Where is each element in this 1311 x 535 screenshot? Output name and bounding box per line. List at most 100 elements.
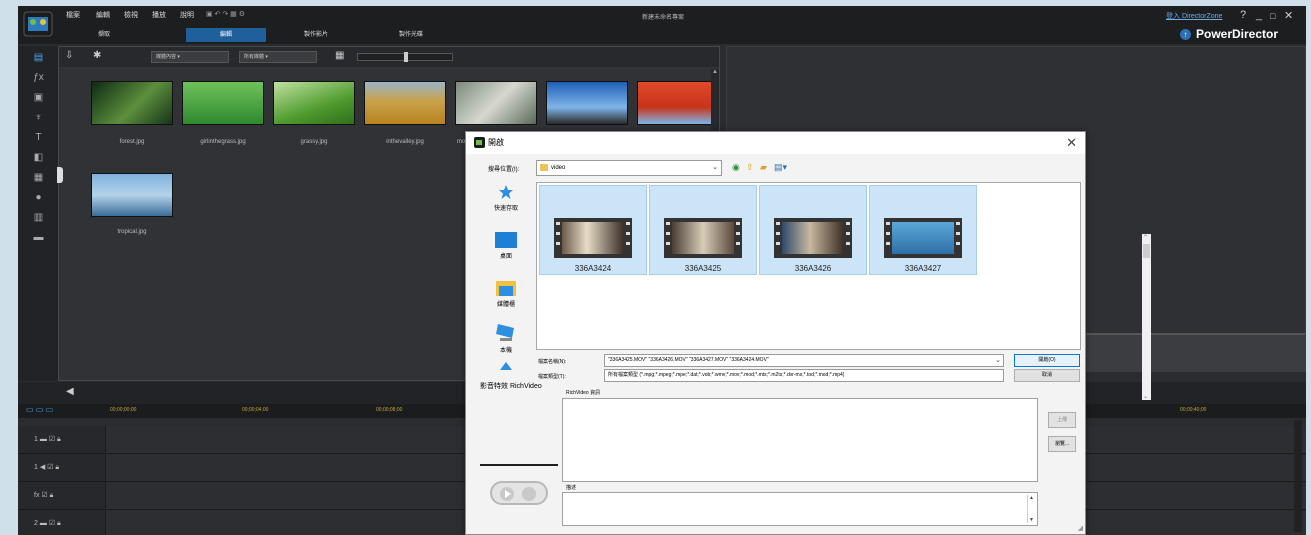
media-label: forest.jpg xyxy=(119,139,145,145)
dialog-title-bar: 開啟 ✕ xyxy=(466,132,1085,154)
media-thumb-grassy[interactable] xyxy=(273,81,355,125)
back-icon[interactable]: ◉ xyxy=(732,162,740,173)
lookin-label: 搜尋位置(I): xyxy=(488,167,520,173)
menu-play[interactable]: 播放 xyxy=(152,10,166,20)
open-button[interactable]: 開啟(O) xyxy=(1014,354,1080,367)
dropdown-label: 媒體內容 xyxy=(156,54,177,60)
tab-create-disc[interactable]: 製作光碟 xyxy=(386,28,436,42)
particle-room-icon[interactable]: ♆ xyxy=(32,112,45,124)
place-quick-access[interactable]: 快速存取 xyxy=(478,184,534,212)
plugin-icon[interactable]: ✱ xyxy=(93,50,101,61)
timecode: 00;00;40;00 xyxy=(1180,407,1207,413)
voiceover-room-icon[interactable]: ● xyxy=(32,192,45,204)
menu-edit[interactable]: 編輯 xyxy=(96,10,110,20)
filetype-dropdown[interactable]: 所有檔案類型 (*.mpg;*.mpeg;*.mpe;*.dat;*.vob;*… xyxy=(604,369,1004,382)
media-label: girlinthegrass.jpg xyxy=(200,139,246,145)
minimize-button[interactable]: _ xyxy=(1256,9,1262,21)
media-thumb-umbrella[interactable] xyxy=(637,81,719,125)
dialog-close-button[interactable]: ✕ xyxy=(1066,135,1077,151)
collapse-handle[interactable] xyxy=(57,167,63,183)
filename-value: "336A3425.MOV" "336A3426.MOV" "336A3427.… xyxy=(608,357,769,363)
media-filter-dropdown[interactable]: 所有媒體 ▾ xyxy=(239,51,317,63)
file-list-scrollbar[interactable]: ⌃ ⌄ xyxy=(1142,234,1151,400)
title-room-icon[interactable]: T xyxy=(32,132,45,144)
pip-room-icon[interactable]: ▣ xyxy=(32,92,45,104)
track-number: 2 xyxy=(34,520,38,527)
file-item[interactable]: 336A3424 xyxy=(539,185,647,275)
filename-input[interactable]: "336A3425.MOV" "336A3426.MOV" "336A3427.… xyxy=(604,354,1004,367)
login-link[interactable]: 登入 DirectorZone xyxy=(1166,11,1222,21)
play-icon[interactable] xyxy=(500,487,514,501)
upload-button[interactable]: 上傳 xyxy=(1048,412,1076,428)
maximize-button[interactable]: □ xyxy=(1270,11,1275,21)
place-this-pc[interactable]: 本機 xyxy=(478,324,534,354)
cancel-button[interactable]: 取消 xyxy=(1014,369,1080,382)
speaker-icon[interactable]: ◀︎ xyxy=(66,386,74,397)
resize-grip-icon[interactable]: ◢ xyxy=(1078,524,1083,532)
audio-mix-room-icon[interactable]: ▦ xyxy=(32,172,45,184)
dialog-title: 開啟 xyxy=(488,138,504,147)
video-file-icon xyxy=(664,218,742,258)
grid-view-icon[interactable]: ▦ xyxy=(335,50,344,61)
menu-help[interactable]: 說明 xyxy=(180,10,194,20)
lookin-dropdown[interactable]: video ⌄ xyxy=(536,160,722,176)
description-label: 描述 xyxy=(566,485,577,491)
tab-produce[interactable]: 製作影片 xyxy=(288,28,344,42)
richvideo-info-box xyxy=(562,398,1038,482)
media-room-icon[interactable]: ▤ xyxy=(32,52,45,64)
brand-logo: ↑ PowerDirector xyxy=(1180,27,1278,41)
close-button[interactable]: ✕ xyxy=(1284,9,1293,22)
file-item[interactable]: 336A3427 xyxy=(869,185,977,275)
network-icon xyxy=(500,362,512,370)
menu-view[interactable]: 檢視 xyxy=(124,10,138,20)
import-icon[interactable]: ⇩ xyxy=(65,50,73,61)
chapter-room-icon[interactable]: ▥ xyxy=(32,212,45,224)
scroll-up-icon[interactable]: ⌃ xyxy=(1143,234,1148,241)
thumbnail-size-slider[interactable] xyxy=(357,52,453,62)
timeline-scrollbar[interactable] xyxy=(1294,420,1302,532)
timeline-view-icons[interactable]: ▭ ▭ ▭ xyxy=(26,405,53,414)
file-item[interactable]: 336A3426 xyxy=(759,185,867,275)
track-number: 1 xyxy=(34,464,38,471)
place-network[interactable] xyxy=(478,362,534,373)
scroll-down-icon[interactable]: ⌄ xyxy=(1143,393,1148,400)
brand-name: PowerDirector xyxy=(1196,27,1279,41)
effects-room-icon[interactable]: ƒx xyxy=(32,72,45,84)
stop-icon[interactable] xyxy=(522,487,536,501)
media-thumb-girlinthegrass[interactable] xyxy=(182,81,264,125)
video-file-icon xyxy=(884,218,962,258)
view-menu-icon[interactable]: ▤▾ xyxy=(774,162,787,173)
scroll-up-icon[interactable]: ▲ xyxy=(712,69,718,75)
description-box[interactable]: ▲ ▼ xyxy=(562,492,1038,526)
media-thumb-sky[interactable] xyxy=(546,81,628,125)
slider-handle[interactable] xyxy=(404,52,408,62)
title-bar: 檔案 編輯 檢視 播放 說明 ▣ ↶ ↷ ▦ ⚙ 擷取 編輯 製作影片 製作光碟… xyxy=(18,6,1306,44)
file-item[interactable]: 336A3425 xyxy=(649,185,757,275)
tab-edit[interactable]: 編輯 xyxy=(186,28,266,42)
description-scrollbar[interactable]: ▲ ▼ xyxy=(1027,495,1035,523)
media-thumb-inthevalley[interactable] xyxy=(364,81,446,125)
scroll-down-icon[interactable]: ▼ xyxy=(1029,517,1034,523)
media-thumb-motorcycles[interactable] xyxy=(455,81,537,125)
room-sidebar: ▤ ƒx ▣ ♆ T ◧ ▦ ● ▥ ▬ xyxy=(18,46,58,381)
media-label: inthevalley.jpg xyxy=(386,139,424,145)
media-content-dropdown[interactable]: 媒體內容 ▾ xyxy=(151,51,229,63)
media-thumb-forest[interactable] xyxy=(91,81,173,125)
richvideo-progress-bar xyxy=(480,464,558,466)
place-desktop[interactable]: 桌面 xyxy=(478,232,534,260)
subtitle-room-icon[interactable]: ▬ xyxy=(32,232,45,244)
new-folder-icon[interactable]: ▰ xyxy=(760,162,767,173)
browse-button[interactable]: 瀏覽... xyxy=(1048,436,1076,452)
media-thumb-tropical[interactable] xyxy=(91,173,173,217)
menu-file[interactable]: 檔案 xyxy=(66,10,80,20)
video-file-icon xyxy=(554,218,632,258)
tab-capture[interactable]: 擷取 xyxy=(84,28,124,42)
up-folder-icon[interactable]: ⇧ xyxy=(746,162,754,173)
scroll-up-icon[interactable]: ▲ xyxy=(1029,495,1034,501)
file-name: 336A3425 xyxy=(684,264,722,273)
scroll-thumb[interactable] xyxy=(1143,244,1150,258)
transition-room-icon[interactable]: ◧ xyxy=(32,152,45,164)
toolbar-icons[interactable]: ▣ ↶ ↷ ▦ ⚙ xyxy=(206,10,245,18)
place-libraries[interactable]: 媒體櫃 xyxy=(478,278,534,308)
help-button[interactable]: ? xyxy=(1240,9,1246,21)
